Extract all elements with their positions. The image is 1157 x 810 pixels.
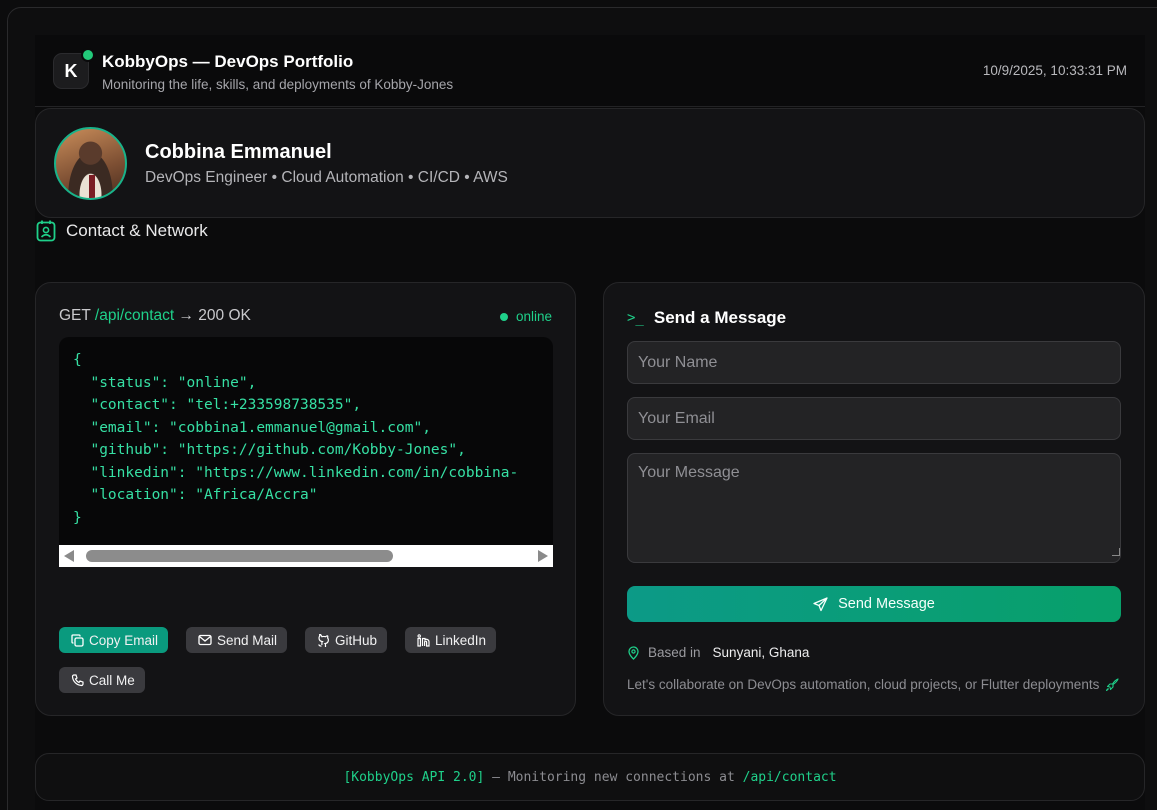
section-title: Contact & Network bbox=[66, 221, 208, 241]
call-me-button[interactable]: Call Me bbox=[59, 667, 145, 693]
json-response-block[interactable]: { "status": "online", "contact": "tel:+2… bbox=[59, 337, 553, 567]
footer-api-tag: [KobbyOps API 2.0] bbox=[343, 770, 484, 785]
location-value: Sunyani, Ghana bbox=[713, 645, 810, 660]
github-icon bbox=[317, 634, 330, 647]
http-method: GET bbox=[59, 307, 91, 324]
message-textarea[interactable] bbox=[627, 453, 1121, 563]
map-pin-icon bbox=[627, 646, 640, 660]
github-button[interactable]: GitHub bbox=[305, 627, 387, 653]
top-bar: K KobbyOps — DevOps Portfolio Monitoring… bbox=[35, 35, 1145, 107]
api-contact-card: GET /api/contact → 200 OK online { "stat… bbox=[35, 282, 576, 716]
status-badge: online bbox=[500, 309, 552, 324]
online-indicator-dot bbox=[81, 48, 95, 62]
footer-status-bar: [KobbyOps API 2.0] — Monitoring new conn… bbox=[35, 753, 1145, 801]
response-status: → 200 OK bbox=[179, 307, 251, 324]
logo-letter: K bbox=[65, 61, 78, 82]
textarea-resize-handle[interactable] bbox=[1112, 548, 1120, 556]
linkedin-label: LinkedIn bbox=[435, 633, 486, 648]
copy-icon bbox=[71, 634, 84, 647]
app-subtitle: Monitoring the life, skills, and deploym… bbox=[102, 77, 453, 92]
avatar bbox=[54, 127, 127, 200]
request-line: GET /api/contact → 200 OK bbox=[59, 307, 251, 325]
status-dot bbox=[500, 313, 508, 321]
name-input[interactable] bbox=[627, 341, 1121, 384]
call-me-label: Call Me bbox=[89, 673, 135, 688]
send-mail-label: Send Mail bbox=[217, 633, 277, 648]
send-mail-button[interactable]: Send Mail bbox=[186, 627, 287, 653]
form-title: Send a Message bbox=[654, 308, 786, 328]
collaboration-note: Let's collaborate on DevOps automation, … bbox=[627, 677, 1119, 692]
profile-role: DevOps Engineer • Cloud Automation • CI/… bbox=[145, 169, 508, 187]
email-input[interactable] bbox=[627, 397, 1121, 440]
status-text: online bbox=[516, 309, 552, 324]
phone-icon bbox=[71, 674, 84, 687]
github-label: GitHub bbox=[335, 633, 377, 648]
rocket-icon bbox=[1105, 678, 1119, 692]
mail-icon bbox=[198, 634, 212, 646]
form-header: >_ Send a Message bbox=[627, 308, 786, 328]
endpoint-path: /api/contact bbox=[95, 307, 174, 324]
horizontal-scrollbar[interactable] bbox=[59, 545, 553, 567]
terminal-prompt-icon: >_ bbox=[627, 310, 644, 326]
contact-card-icon bbox=[36, 220, 56, 242]
scroll-left-arrow-icon[interactable] bbox=[64, 550, 74, 562]
linkedin-button[interactable]: LinkedIn bbox=[405, 627, 496, 653]
copy-email-button[interactable]: Copy Email bbox=[59, 627, 168, 653]
send-message-label: Send Message bbox=[838, 596, 935, 612]
location-line: Based in Sunyani, Ghana bbox=[627, 645, 809, 660]
footer-text: — Monitoring new connections at bbox=[484, 770, 742, 785]
send-message-card: >_ Send a Message Send Message Based in … bbox=[603, 282, 1145, 716]
send-icon bbox=[813, 597, 828, 612]
location-prefix: Based in bbox=[648, 645, 701, 660]
send-message-button[interactable]: Send Message bbox=[627, 586, 1121, 622]
section-header: Contact & Network bbox=[36, 220, 208, 242]
footer-endpoint: /api/contact bbox=[743, 770, 837, 785]
scroll-right-arrow-icon[interactable] bbox=[538, 550, 548, 562]
copy-email-label: Copy Email bbox=[89, 633, 158, 648]
datetime-display: 10/9/2025, 10:33:31 PM bbox=[983, 63, 1127, 78]
profile-name: Cobbina Emmanuel bbox=[145, 141, 332, 164]
scrollbar-thumb[interactable] bbox=[86, 550, 393, 562]
app-logo: K bbox=[53, 53, 89, 89]
profile-card: Cobbina Emmanuel DevOps Engineer • Cloud… bbox=[35, 108, 1145, 218]
collaboration-text: Let's collaborate on DevOps automation, … bbox=[627, 677, 1099, 692]
linkedin-icon bbox=[417, 634, 430, 647]
json-response-text: { "status": "online", "contact": "tel:+2… bbox=[73, 349, 518, 529]
app-title: KobbyOps — DevOps Portfolio bbox=[102, 52, 353, 72]
